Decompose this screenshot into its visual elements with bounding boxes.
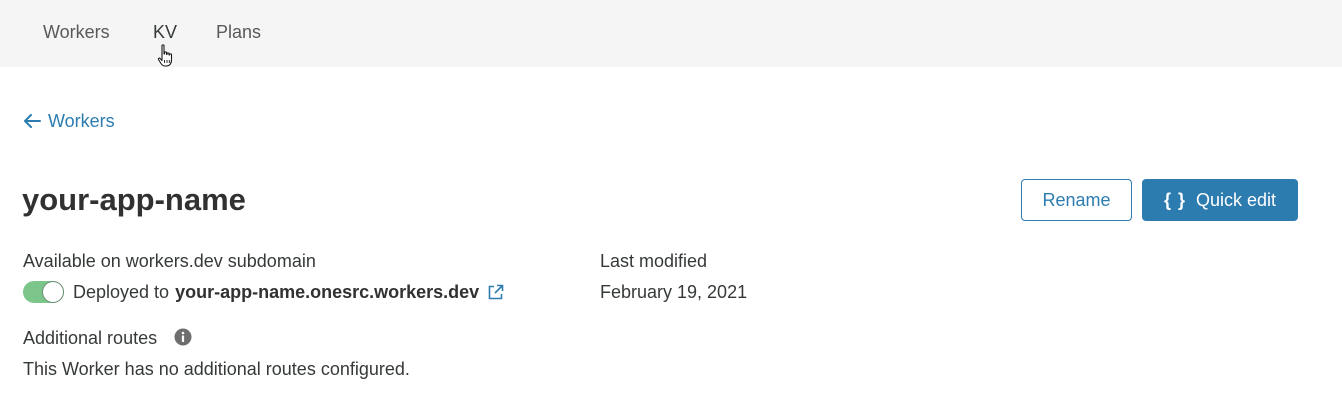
hand-pointer-icon (157, 44, 173, 67)
toggle-knob (43, 282, 63, 302)
additional-routes-label: Additional routes (23, 328, 158, 348)
back-to-workers-link[interactable]: Workers (22, 109, 115, 133)
last-modified-date: February 19, 2021 (600, 282, 748, 302)
nav-item-plans[interactable]: Plans (216, 20, 261, 44)
deployed-prefix: Deployed to (73, 282, 170, 302)
subdomain-toggle[interactable] (23, 281, 64, 303)
info-icon[interactable] (174, 328, 192, 346)
nav-item-kv[interactable]: KV (153, 20, 177, 44)
nav-item-workers[interactable]: Workers (43, 20, 110, 44)
last-modified-label: Last modified (600, 251, 708, 271)
no-routes-message: This Worker has no additional routes con… (23, 359, 410, 379)
quick-edit-label: Quick edit (1195, 189, 1277, 210)
arrow-left-icon (24, 114, 41, 128)
code-braces-icon: { } (1163, 189, 1186, 210)
external-link-icon[interactable] (487, 284, 504, 301)
quick-edit-button[interactable]: { } Quick edit (1142, 179, 1298, 221)
rename-button[interactable]: Rename (1021, 179, 1132, 221)
back-link-label: Workers (48, 111, 115, 131)
worker-domain-link[interactable]: your-app-name.onesrc.workers.dev (175, 280, 479, 304)
page-title: your-app-name (22, 182, 246, 217)
top-nav: Workers KV Plans (0, 0, 1342, 67)
deployed-status: Deployed to your-app-name.onesrc.workers… (73, 280, 504, 304)
subdomain-label: Available on workers.dev subdomain (23, 251, 316, 271)
